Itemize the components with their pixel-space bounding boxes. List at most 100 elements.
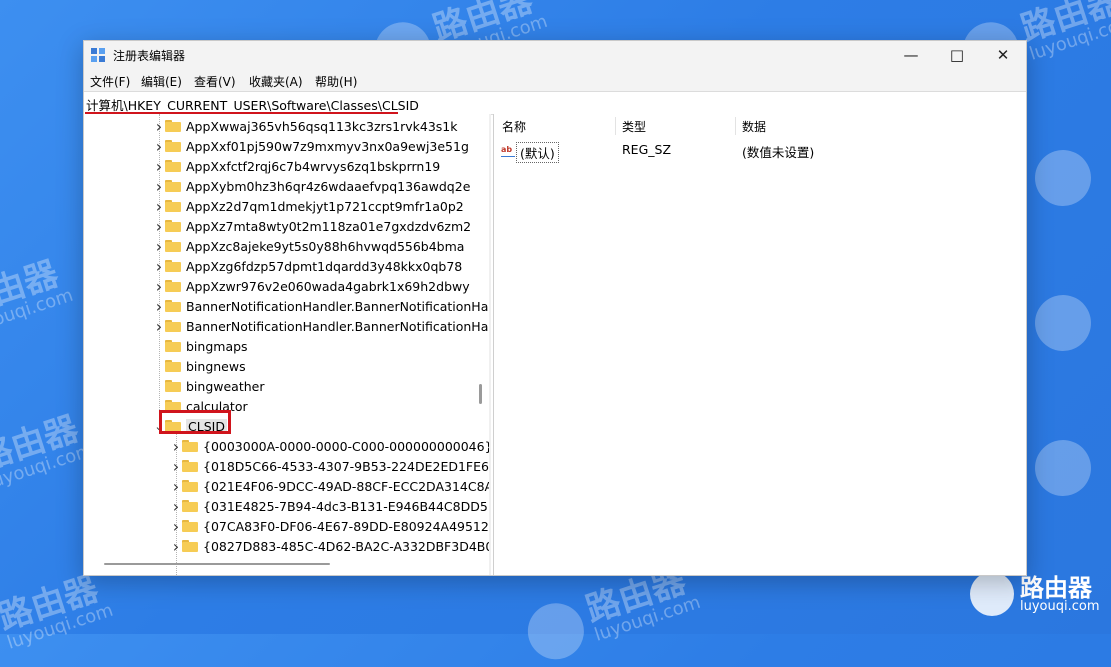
maximize-button[interactable]: □ bbox=[934, 41, 980, 69]
tree-item[interactable]: bingnews bbox=[153, 356, 246, 376]
tree-item[interactable]: › {0827D883-485C-4D62-BA2C-A332DBF3D4B0} bbox=[170, 536, 490, 556]
tree-item[interactable]: › AppXwwaj365vh56qsq113kc3zrs1rvk43s1k bbox=[153, 116, 458, 136]
tree-item[interactable]: › AppXzg6fdzp57dpmt1dqardd3y48kkx0qb78 bbox=[153, 256, 462, 276]
column-header-data[interactable]: 数据 bbox=[742, 118, 766, 135]
pane-splitter[interactable] bbox=[489, 114, 491, 575]
tree-item-label: {031E4825-7B94-4dc3-B131-E946B44C8DD5} bbox=[203, 498, 490, 514]
chevron-right-icon[interactable]: › bbox=[153, 296, 165, 316]
chevron-right-icon[interactable]: › bbox=[153, 316, 165, 336]
chevron-right-icon[interactable]: › bbox=[153, 156, 165, 176]
tree-item[interactable]: › AppXxfctf2rqj6c7b4wrvys6zq1bskprrn19 bbox=[153, 156, 440, 176]
chevron-right-icon[interactable]: › bbox=[153, 116, 165, 136]
folder-icon bbox=[165, 220, 181, 232]
watermark-cn: 路由器 bbox=[0, 568, 104, 639]
menu-help[interactable]: 帮助(H) bbox=[315, 73, 357, 90]
close-button[interactable]: ✕ bbox=[980, 41, 1026, 69]
tree-item-label: bingmaps bbox=[186, 338, 248, 354]
tree-item-label: {07CA83F0-DF06-4E67-89DD-E80924A49512} bbox=[203, 518, 490, 534]
watermark-cn: 路由器 bbox=[1016, 0, 1111, 50]
menu-file[interactable]: 文件(F) bbox=[90, 73, 130, 90]
tree-horizontal-scrollbar[interactable] bbox=[104, 563, 330, 565]
folder-icon bbox=[165, 380, 181, 392]
tree-item-label: {0003000A-0000-0000-C000-000000000046} bbox=[203, 438, 490, 454]
tree-item-label: AppXz7mta8wty0t2m118za01e7gxdzdv6zm2 bbox=[186, 218, 472, 234]
chevron-right-icon[interactable]: › bbox=[153, 276, 165, 296]
chevron-right-icon[interactable]: › bbox=[153, 236, 165, 256]
tree-vertical-scrollbar[interactable] bbox=[479, 384, 482, 404]
tree-item[interactable]: › BannerNotificationHandler.BannerNotific… bbox=[153, 296, 489, 316]
tree-item[interactable]: › AppXybm0hz3h6qr4z6wdaaefvpq136awdq2e bbox=[153, 176, 471, 196]
tree-item[interactable]: › AppXzc8ajeke9yt5s0y88h6hvwqd556b4bma bbox=[153, 236, 465, 256]
column-header-name[interactable]: 名称 bbox=[502, 118, 526, 135]
minimize-button[interactable]: — bbox=[888, 41, 934, 69]
column-header-type[interactable]: 类型 bbox=[622, 118, 646, 135]
chevron-right-icon[interactable]: › bbox=[153, 216, 165, 236]
tree-item[interactable]: › AppXz7mta8wty0t2m118za01e7gxdzdv6zm2 bbox=[153, 216, 471, 236]
folder-icon bbox=[182, 480, 198, 492]
registry-editor-window: 注册表编辑器 — □ ✕ 文件(F) 编辑(E) 查看(V) 收藏夹(A) 帮助… bbox=[83, 40, 1027, 576]
folder-icon bbox=[182, 460, 198, 472]
tree-item[interactable]: bingmaps bbox=[153, 336, 248, 356]
router-lock-icon bbox=[970, 572, 1014, 616]
folder-icon bbox=[165, 360, 181, 372]
router-lock-icon bbox=[1027, 287, 1099, 359]
chevron-right-icon[interactable]: › bbox=[170, 436, 182, 456]
tree-item-label: bingweather bbox=[186, 378, 265, 394]
chevron-right-icon[interactable]: › bbox=[153, 256, 165, 276]
watermark-en: luyouqi.com bbox=[0, 284, 76, 339]
folder-icon bbox=[182, 500, 198, 512]
watermark: 路由器 luyouqi.com bbox=[0, 409, 96, 494]
chevron-right-icon[interactable]: › bbox=[153, 136, 165, 156]
tree-item[interactable]: › {07CA83F0-DF06-4E67-89DD-E80924A49512} bbox=[170, 516, 490, 536]
tree-item-label: AppXybm0hz3h6qr4z6wdaaefvpq136awdq2e bbox=[186, 178, 471, 194]
menu-view[interactable]: 查看(V) bbox=[194, 73, 236, 90]
tree-item-label: AppXzwr976v2e060wada4gabrk1x69h2dbwy bbox=[186, 278, 470, 294]
tree-item[interactable]: › BannerNotificationHandler.BannerNotific… bbox=[153, 316, 489, 336]
value-data: (数值未设置) bbox=[742, 145, 815, 160]
tree-item-label: {018D5C66-4533-4307-9B53-224DE2ED1FE6} bbox=[203, 458, 490, 474]
watermark-en: luyouqi.com bbox=[1020, 598, 1100, 614]
tree-item-label: AppXzg6fdzp57dpmt1dqardd3y48kkx0qb78 bbox=[186, 258, 463, 274]
menu-edit[interactable]: 编辑(E) bbox=[141, 73, 182, 90]
watermark bbox=[1027, 432, 1099, 504]
key-tree-pane[interactable]: › AppXwwaj365vh56qsq113kc3zrs1rvk43s1k › Ap… bbox=[84, 114, 490, 575]
values-list-pane[interactable]: 名称 类型 数据 ab (默认) REG_SZ (数值未设置) bbox=[493, 114, 1026, 575]
folder-icon bbox=[165, 240, 181, 252]
address-bar[interactable]: 计算机\HKEY_CURRENT_USER\Software\Classes\C… bbox=[84, 91, 1026, 115]
title-bar[interactable]: 注册表编辑器 — □ ✕ bbox=[84, 41, 1026, 69]
tree-item[interactable]: › {0003000A-0000-0000-C000-000000000046} bbox=[170, 436, 490, 456]
watermark-en: luyouqi.com bbox=[591, 591, 704, 646]
tree-item[interactable]: › AppXz2d7qm1dmekjyt1p721ccpt9mfr1a0p2 bbox=[153, 196, 464, 216]
folder-icon bbox=[165, 120, 181, 132]
chevron-right-icon[interactable]: › bbox=[170, 516, 182, 536]
tree-item-label: AppXzc8ajeke9yt5s0y88h6hvwqd556b4bma bbox=[186, 238, 465, 254]
tree-item-label: {0827D883-485C-4D62-BA2C-A332DBF3D4B0} bbox=[203, 538, 490, 554]
menu-favorites[interactable]: 收藏夹(A) bbox=[249, 73, 303, 90]
chevron-right-icon[interactable]: › bbox=[153, 176, 165, 196]
chevron-right-icon[interactable]: › bbox=[170, 536, 182, 556]
chevron-right-icon[interactable]: › bbox=[170, 496, 182, 516]
chevron-right-icon[interactable]: › bbox=[170, 476, 182, 496]
folder-icon bbox=[165, 200, 181, 212]
tree-item-label: BannerNotificationHandler.BannerNotifica… bbox=[186, 298, 489, 314]
tree-item[interactable]: bingweather bbox=[153, 376, 265, 396]
chevron-right-icon[interactable]: › bbox=[153, 196, 165, 216]
chevron-right-icon[interactable]: › bbox=[170, 456, 182, 476]
tree-item[interactable]: › AppXzwr976v2e060wada4gabrk1x69h2dbwy bbox=[153, 276, 470, 296]
watermark-cn: 路由器 bbox=[1020, 573, 1092, 602]
value-name[interactable]: (默认) bbox=[516, 142, 559, 163]
column-separator[interactable] bbox=[615, 117, 616, 135]
folder-icon bbox=[165, 280, 181, 292]
tree-item[interactable]: › {018D5C66-4533-4307-9B53-224DE2ED1FE6} bbox=[170, 456, 490, 476]
watermark-en: luyouqi.com bbox=[1026, 10, 1111, 65]
registry-editor-icon bbox=[91, 48, 105, 62]
tree-item[interactable]: › {021E4F06-9DCC-49AD-88CF-ECC2DA314C8A} bbox=[170, 476, 489, 496]
watermark-cn: 路由器 bbox=[0, 253, 64, 324]
tree-item-label: AppXwwaj365vh56qsq113kc3zrs1rvk43s1k bbox=[186, 118, 458, 134]
tree-item[interactable]: › AppXxf01pj590w7z9mxmyv3nx0a9ewj3e51g bbox=[153, 136, 469, 156]
tree-item[interactable]: › {031E4825-7B94-4dc3-B131-E946B44C8DD5} bbox=[170, 496, 490, 516]
column-separator[interactable] bbox=[735, 117, 736, 135]
folder-icon bbox=[165, 160, 181, 172]
